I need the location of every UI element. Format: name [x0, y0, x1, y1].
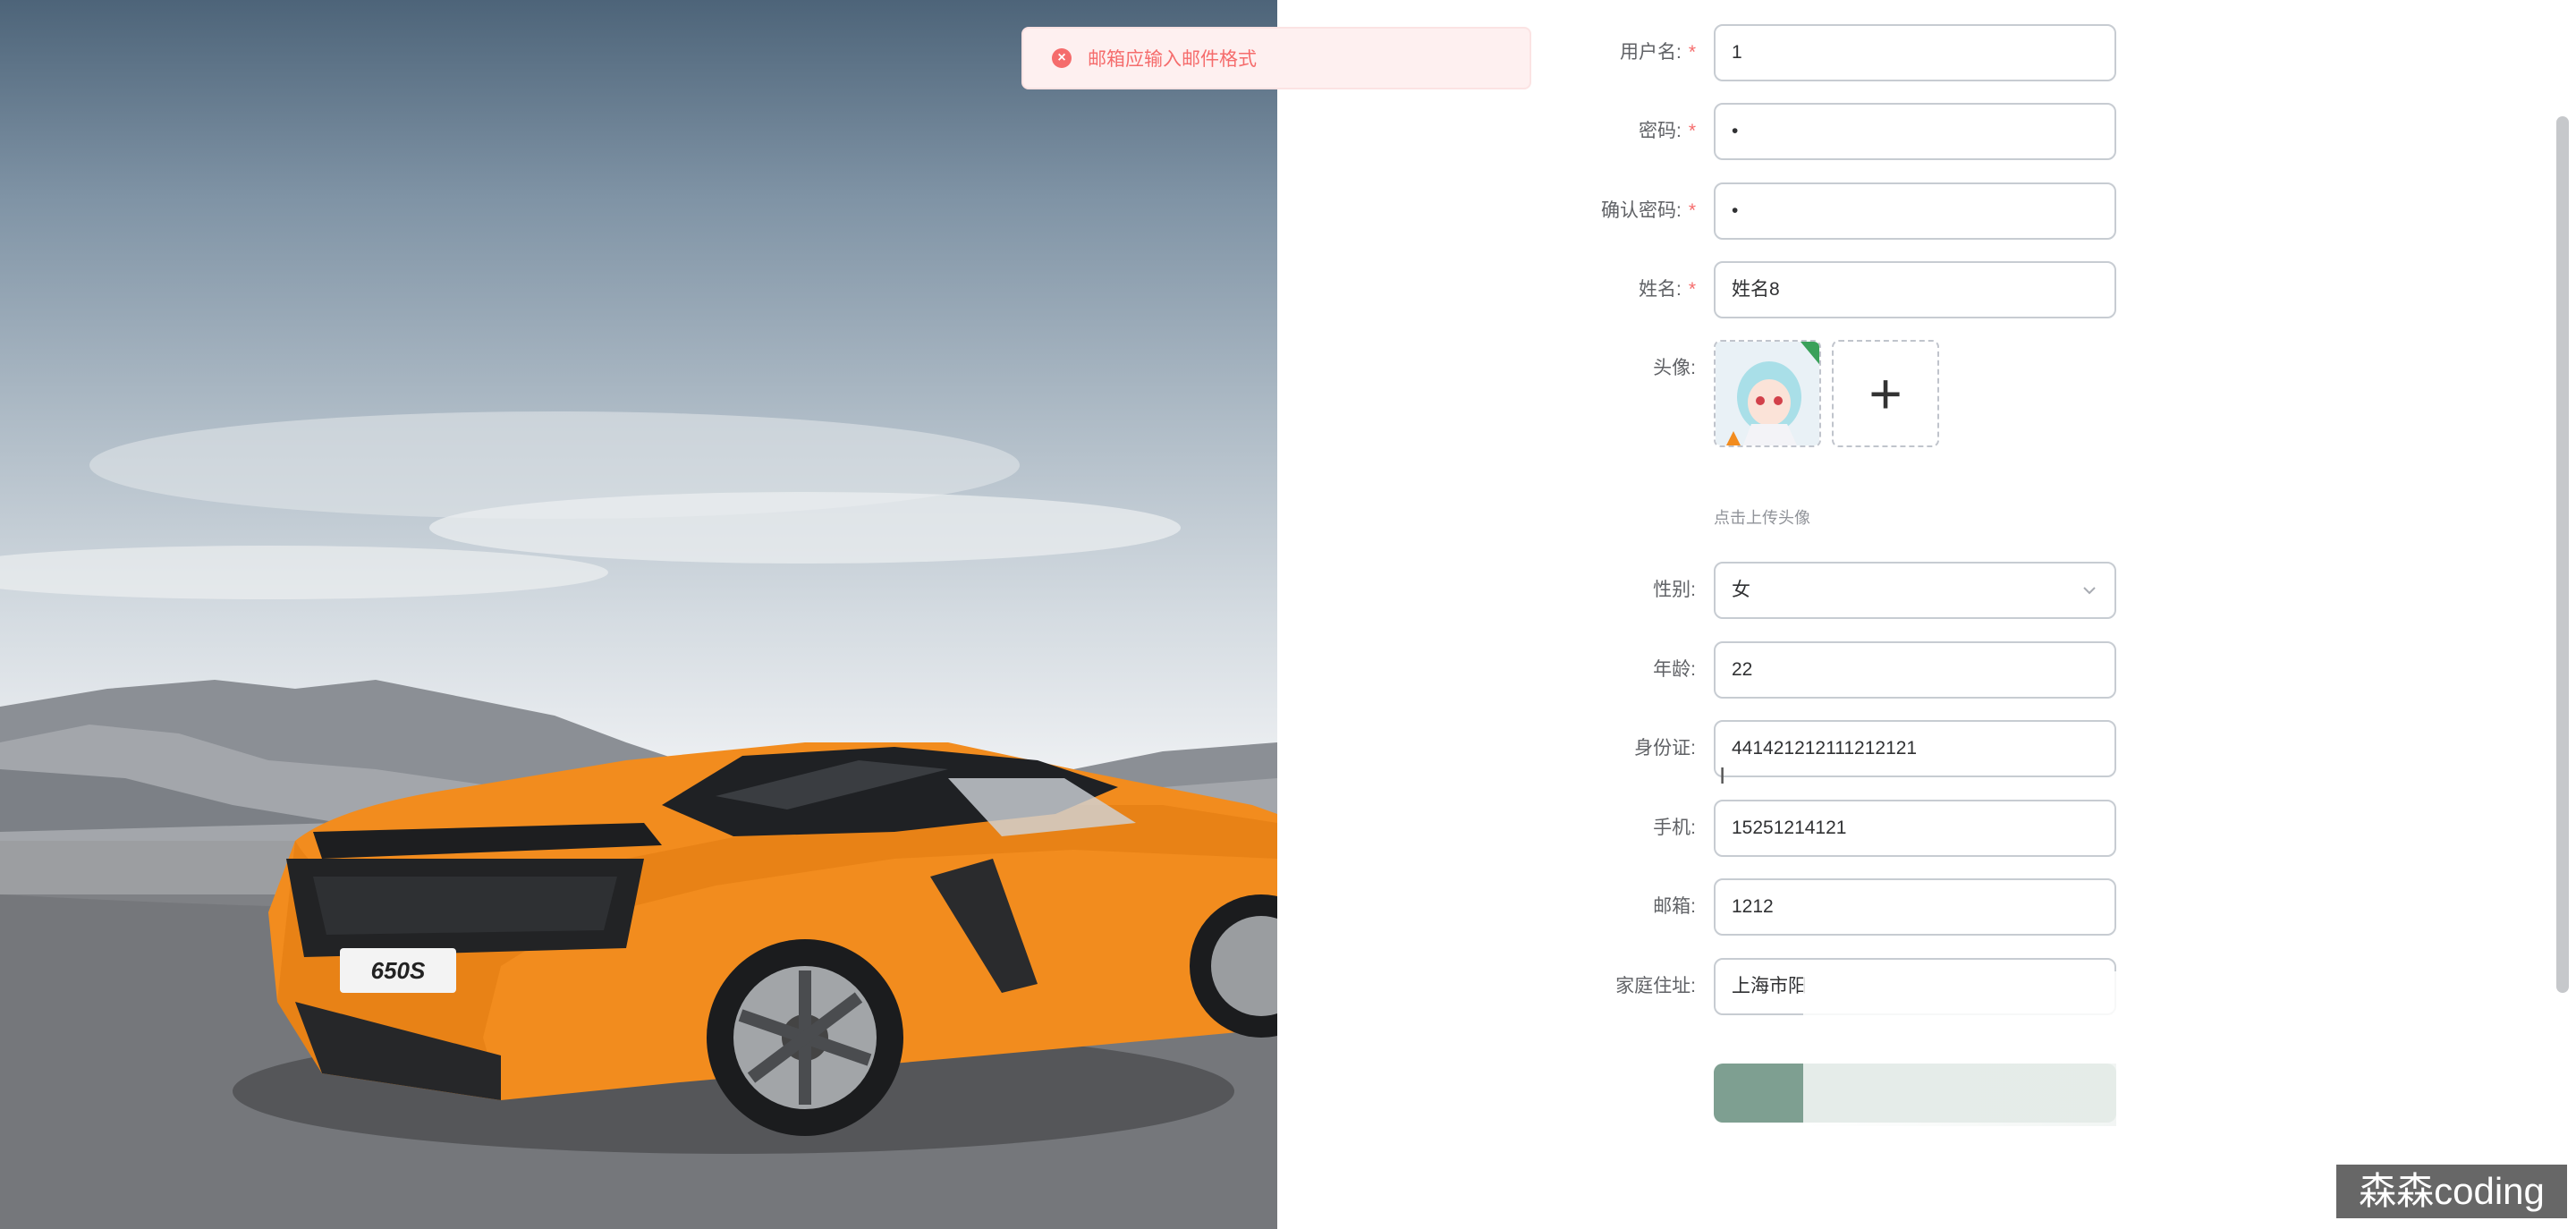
avatar-thumbnail[interactable]	[1714, 340, 1821, 447]
id-card-row: 身份证: 441421212111212121	[1277, 720, 2576, 777]
gender-label: 性别:	[1653, 580, 1696, 600]
username-input[interactable]: 1	[1714, 24, 2116, 81]
submit-blur-overlay	[1803, 1064, 2116, 1126]
id-card-input[interactable]: 441421212111212121	[1714, 720, 2116, 777]
hero-illustration: 650S	[0, 411, 1277, 1229]
email-label: 邮箱:	[1653, 896, 1696, 917]
phone-label: 手机:	[1653, 818, 1696, 838]
avatar-label: 头像:	[1653, 358, 1696, 378]
watermark: 森森coding	[2336, 1165, 2567, 1218]
text-cursor-icon: I	[1719, 762, 1726, 789]
hero-image: 650S	[0, 0, 1277, 1229]
avatar-image	[1716, 342, 1819, 445]
age-row: 年龄: 22	[1277, 641, 2576, 699]
password-label: 密码: *	[1638, 121, 1696, 141]
confirm-password-label: 确认密码: *	[1600, 200, 1696, 221]
gender-select[interactable]: 女	[1714, 562, 2116, 619]
password-row: 密码: * •	[1277, 103, 2576, 160]
toast-message: 邮箱应输入邮件格式	[1088, 49, 1257, 70]
email-input[interactable]: 1212	[1714, 878, 2116, 936]
avatar-upload-hint: 点击上传头像	[1714, 509, 1810, 527]
confirm-password-input[interactable]: •	[1714, 182, 2116, 240]
error-icon: ×	[1052, 48, 1072, 68]
name-input[interactable]: 姓名8	[1714, 261, 2116, 318]
avatar-upload-button[interactable]: +	[1832, 340, 1939, 447]
address-blur-overlay	[1803, 971, 2116, 1025]
plus-icon: +	[1868, 361, 1902, 426]
name-label: 姓名: *	[1638, 279, 1696, 300]
chevron-down-icon	[2083, 587, 2096, 595]
avatar-row: 头像: +	[1277, 340, 2576, 447]
phone-input[interactable]: 15251214121	[1714, 800, 2116, 857]
phone-row: 手机: 15251214121	[1277, 800, 2576, 857]
id-card-label: 身份证:	[1634, 738, 1696, 759]
email-row: 邮箱: 1212	[1277, 878, 2576, 936]
password-input[interactable]: •	[1714, 103, 2116, 160]
age-input[interactable]: 22	[1714, 641, 2116, 699]
license-plate: 650S	[371, 957, 426, 984]
gender-value: 女	[1732, 580, 1750, 600]
address-label: 家庭住址:	[1615, 976, 1696, 996]
confirm-password-row: 确认密码: * •	[1277, 182, 2576, 240]
name-row: 姓名: * 姓名8	[1277, 261, 2576, 318]
age-label: 年龄:	[1653, 659, 1696, 680]
gender-row: 性别: 女	[1277, 562, 2576, 619]
error-toast: × 邮箱应输入邮件格式	[1021, 27, 1531, 89]
scrollbar[interactable]	[2556, 116, 2569, 993]
